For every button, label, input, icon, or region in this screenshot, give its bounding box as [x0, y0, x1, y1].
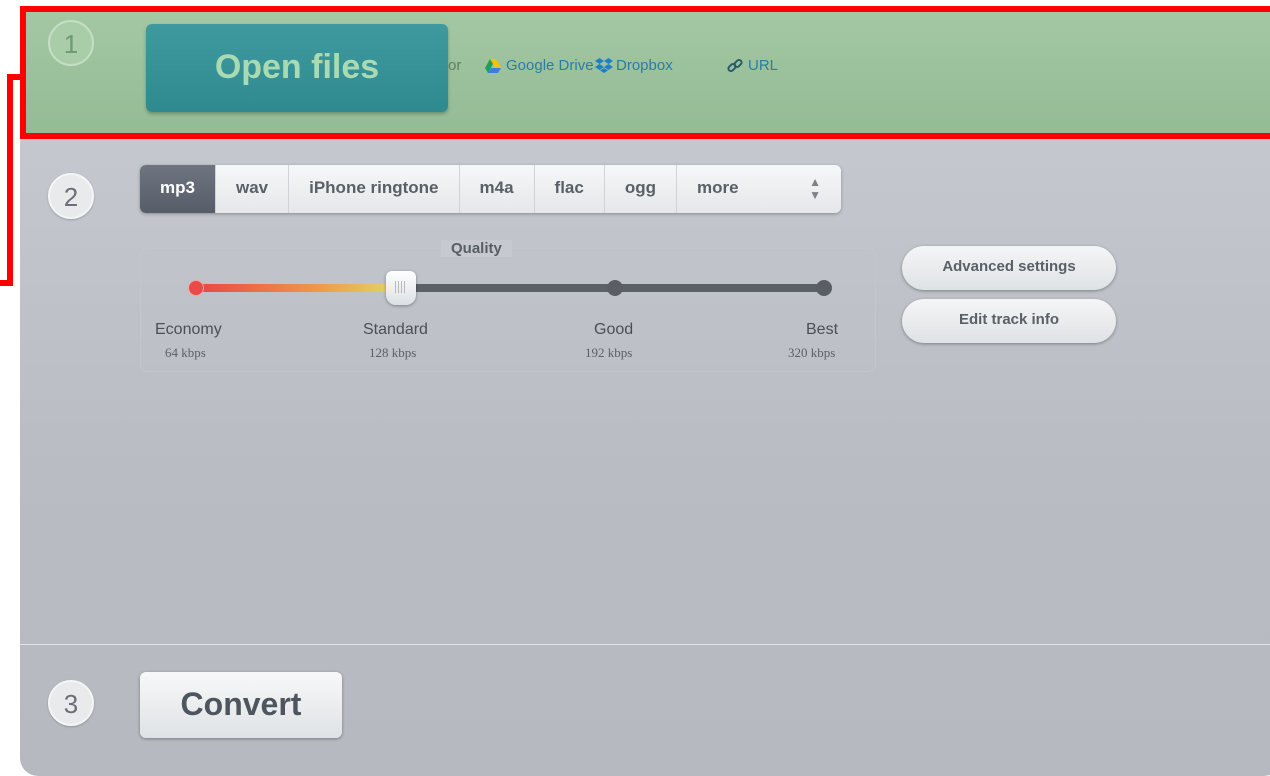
level-best-label: Best	[806, 321, 839, 338]
quality-stop-best[interactable]	[816, 280, 832, 296]
advanced-settings-button[interactable]: Advanced settings	[902, 246, 1116, 290]
quality-slider-fill	[196, 284, 402, 292]
tab-mp3[interactable]: mp3	[140, 165, 216, 213]
step-2-number: 2	[48, 173, 94, 219]
highlight-connector-vertical	[7, 74, 13, 286]
tab-iphone-ringtone[interactable]: iPhone ringtone	[289, 165, 460, 213]
quality-title: Quality	[441, 240, 512, 257]
tab-more-select[interactable]: more ▲ ▼	[676, 165, 841, 213]
convert-button[interactable]: Convert	[140, 672, 342, 738]
level-economy-rate: 64 kbps	[165, 345, 206, 360]
level-best-rate: 320 kbps	[788, 345, 836, 360]
level-standard-label: Standard	[363, 321, 428, 338]
tab-ogg[interactable]: ogg	[604, 165, 677, 213]
level-good-rate: 192 kbps	[585, 345, 633, 360]
up-down-arrows-icon: ▲ ▼	[809, 175, 821, 202]
section-divider	[20, 644, 1270, 645]
highlight-connector-bottom	[0, 280, 13, 286]
tab-more-label: more	[696, 178, 739, 197]
quality-box: Quality Economy 64 kbps Standard 128 kbp…	[140, 240, 876, 372]
step-3-number: 3	[48, 680, 94, 726]
quality-stop-good[interactable]	[607, 280, 623, 296]
tab-m4a[interactable]: m4a	[459, 165, 535, 213]
quality-stop-economy[interactable]	[188, 280, 204, 296]
format-tabs: mp3 wav iPhone ringtone m4a flac ogg mor…	[140, 165, 841, 213]
highlight-box	[20, 6, 1270, 139]
level-standard-rate: 128 kbps	[369, 345, 417, 360]
tab-wav[interactable]: wav	[215, 165, 290, 213]
edit-track-info-button[interactable]: Edit track info	[902, 299, 1116, 343]
quality-slider-thumb[interactable]	[386, 271, 416, 305]
level-economy-label: Economy	[155, 321, 222, 338]
level-good-label: Good	[594, 321, 634, 338]
tab-flac[interactable]: flac	[534, 165, 605, 213]
